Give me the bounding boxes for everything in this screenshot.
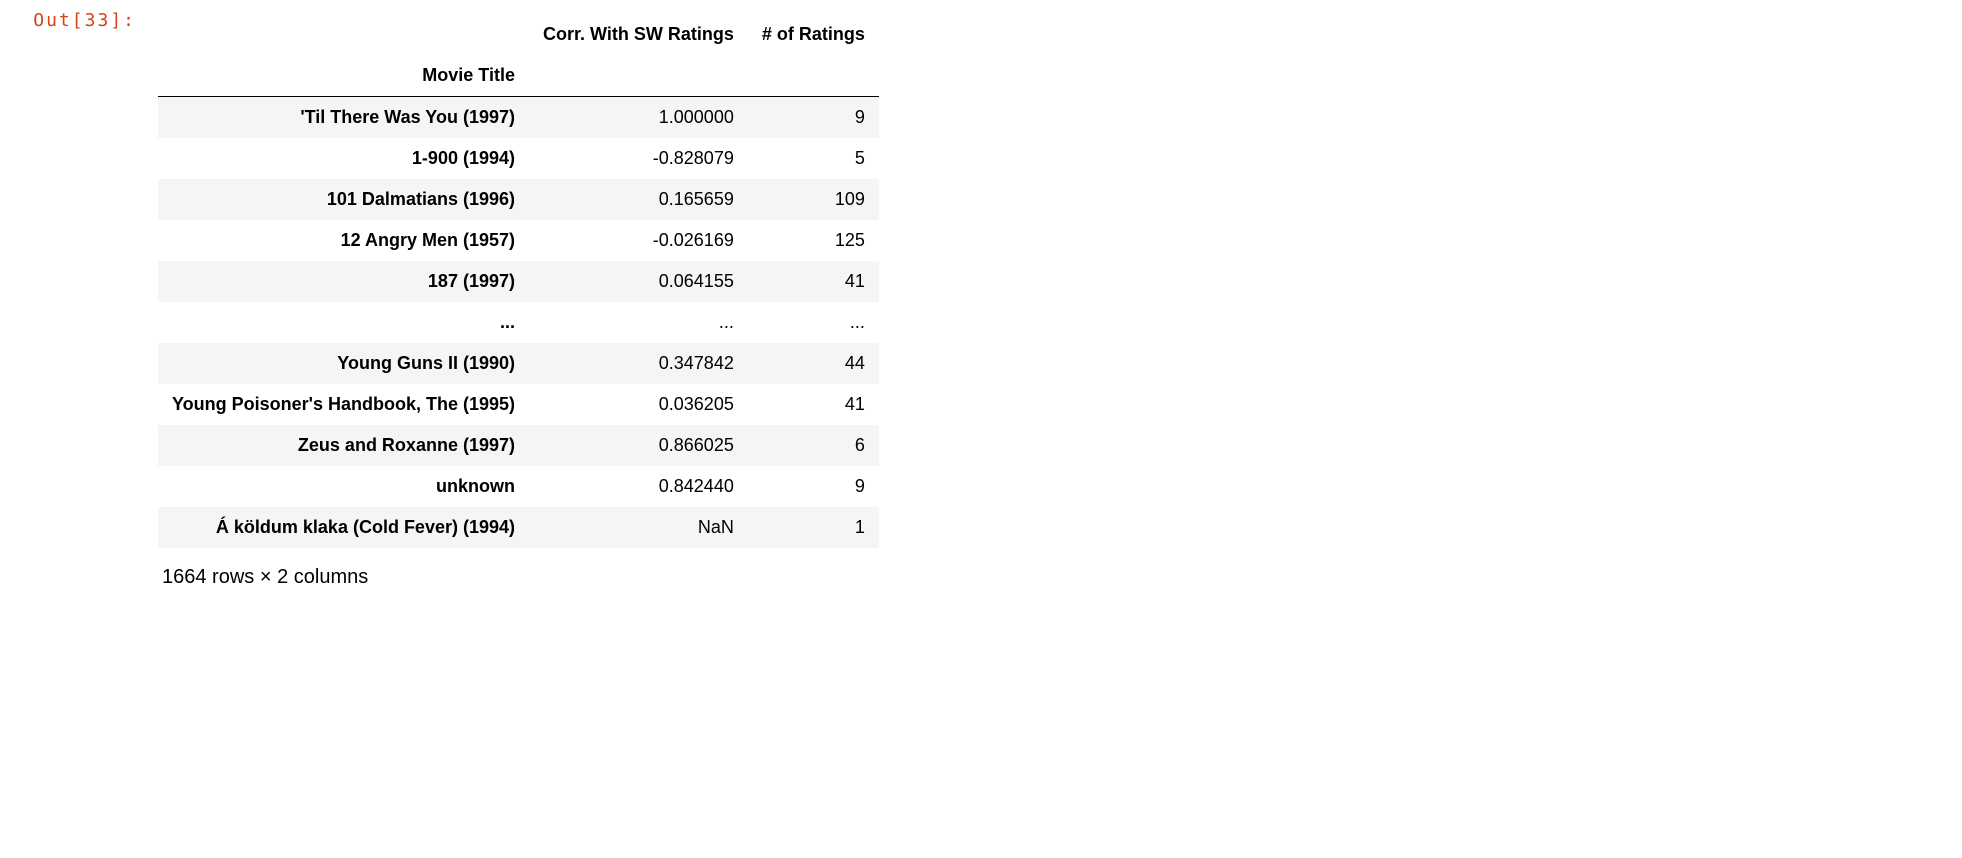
cell: 9 [748, 97, 879, 139]
table-row: 187 (1997)0.06415541 [158, 261, 879, 302]
row-index: Á köldum klaka (Cold Fever) (1994) [158, 507, 529, 548]
table-row: Young Poisoner's Handbook, The (1995)0.0… [158, 384, 879, 425]
table-row: Young Guns II (1990)0.34784244 [158, 343, 879, 384]
row-index: 101 Dalmatians (1996) [158, 179, 529, 220]
row-index: Young Poisoner's Handbook, The (1995) [158, 384, 529, 425]
index-name-header: Movie Title [158, 55, 529, 97]
row-index: 187 (1997) [158, 261, 529, 302]
table-body: 'Til There Was You (1997)1.00000091-900 … [158, 97, 879, 549]
column-header: # of Ratings [748, 14, 879, 55]
table-row: Á köldum klaka (Cold Fever) (1994)NaN1 [158, 507, 879, 548]
table-row: 101 Dalmatians (1996)0.165659109 [158, 179, 879, 220]
notebook-output-row: Out[33]: Corr. With SW Ratings # of Rati… [0, 0, 1962, 589]
column-header: Corr. With SW Ratings [529, 14, 748, 55]
cell: 1.000000 [529, 97, 748, 139]
row-index: ... [158, 302, 529, 343]
cell: 0.064155 [529, 261, 748, 302]
cell: 5 [748, 138, 879, 179]
cell: NaN [529, 507, 748, 548]
table-row: 1-900 (1994)-0.8280795 [158, 138, 879, 179]
cell: 6 [748, 425, 879, 466]
blank-header [529, 55, 748, 97]
cell: 0.036205 [529, 384, 748, 425]
row-index: 'Til There Was You (1997) [158, 97, 529, 139]
table-row: unknown0.8424409 [158, 466, 879, 507]
cell: 0.165659 [529, 179, 748, 220]
cell: 41 [748, 384, 879, 425]
cell: 41 [748, 261, 879, 302]
cell: 109 [748, 179, 879, 220]
index-header-row: Movie Title [158, 55, 879, 97]
column-header-row: Corr. With SW Ratings # of Ratings [158, 14, 879, 55]
cell: 0.842440 [529, 466, 748, 507]
table-header: Corr. With SW Ratings # of Ratings Movie… [158, 14, 879, 97]
row-index: Young Guns II (1990) [158, 343, 529, 384]
table-row: Zeus and Roxanne (1997)0.8660256 [158, 425, 879, 466]
cell: -0.828079 [529, 138, 748, 179]
cell: ... [748, 302, 879, 343]
row-index: 1-900 (1994) [158, 138, 529, 179]
row-index: 12 Angry Men (1957) [158, 220, 529, 261]
cell: 125 [748, 220, 879, 261]
cell: 0.347842 [529, 343, 748, 384]
cell: 0.866025 [529, 425, 748, 466]
cell: 9 [748, 466, 879, 507]
cell: 44 [748, 343, 879, 384]
cell: ... [529, 302, 748, 343]
row-index: Zeus and Roxanne (1997) [158, 425, 529, 466]
dataframe-table: Corr. With SW Ratings # of Ratings Movie… [158, 14, 879, 548]
output-prompt: Out[33]: [0, 8, 150, 31]
blank-header [158, 14, 529, 55]
table-row: ......... [158, 302, 879, 343]
table-row: 'Til There Was You (1997)1.0000009 [158, 97, 879, 139]
output-area: Corr. With SW Ratings # of Ratings Movie… [150, 8, 879, 589]
blank-header [748, 55, 879, 97]
row-index: unknown [158, 466, 529, 507]
cell: 1 [748, 507, 879, 548]
cell: -0.026169 [529, 220, 748, 261]
table-row: 12 Angry Men (1957)-0.026169125 [158, 220, 879, 261]
dataframe-shape-info: 1664 rows × 2 columns [158, 548, 879, 589]
